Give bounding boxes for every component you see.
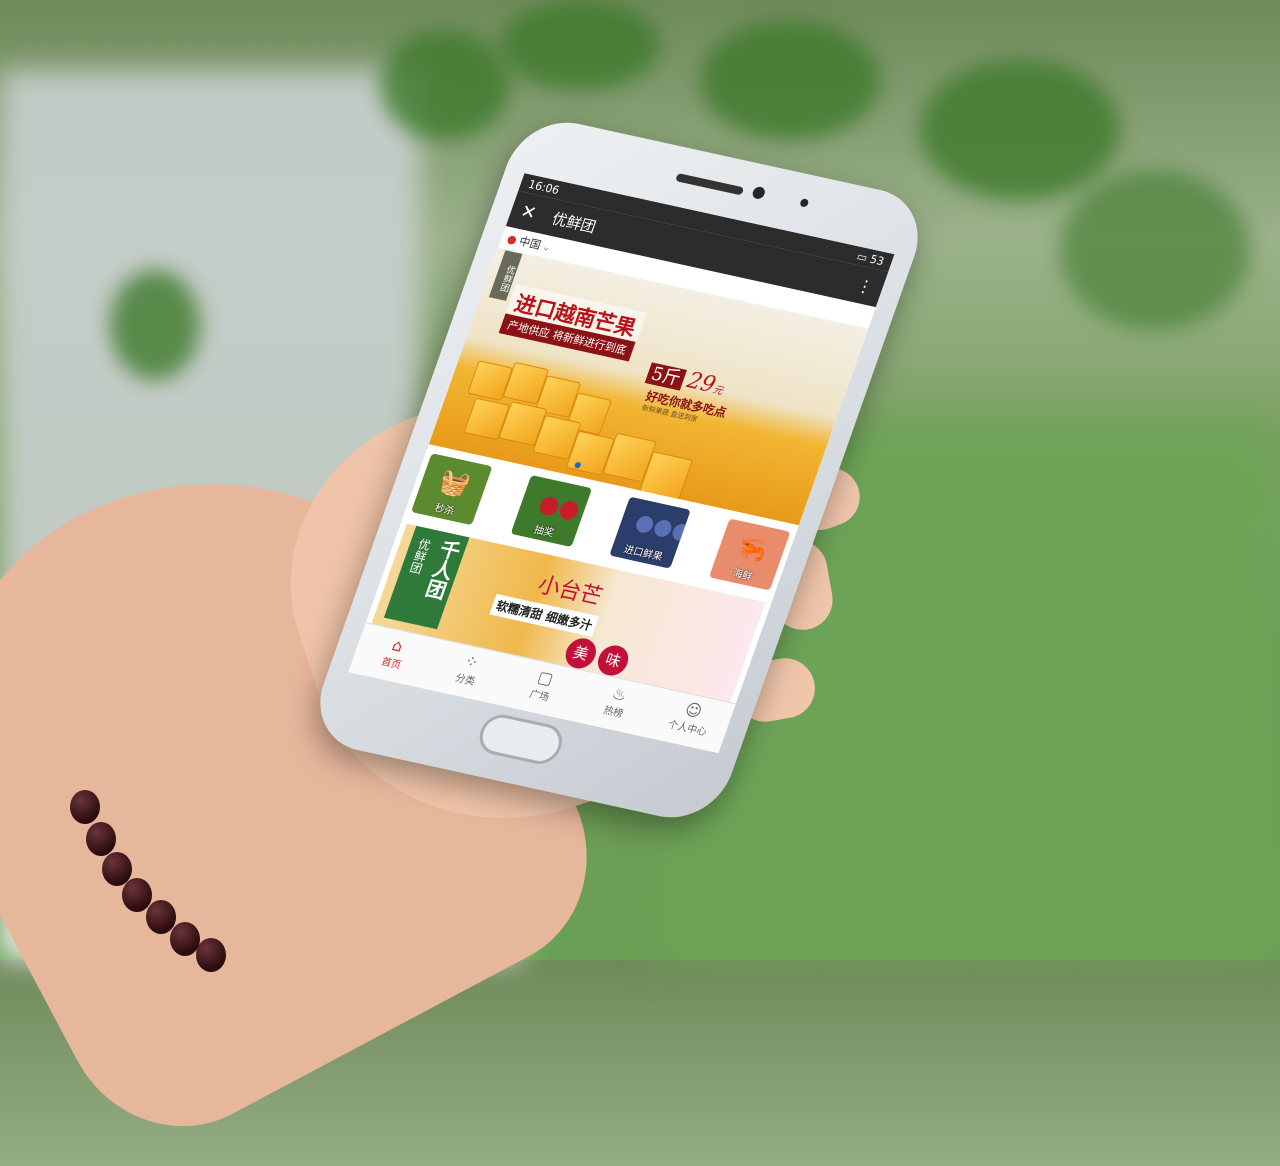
shrimp-icon: 🦐	[733, 532, 772, 566]
category-lottery[interactable]: ●● 抽奖	[510, 474, 592, 547]
tab-label: 热榜	[601, 705, 625, 721]
location-pin-icon: ●	[505, 231, 520, 247]
close-icon[interactable]: ✕	[518, 200, 540, 224]
background-leaf	[920, 60, 1120, 200]
background-leaf	[700, 20, 880, 140]
phone-sensor	[799, 198, 810, 208]
battery-level: 53	[868, 252, 887, 268]
bead	[70, 790, 100, 824]
category-flash-sale[interactable]: 🧺 秒杀	[410, 453, 493, 526]
background-leaf	[380, 30, 510, 140]
category-label: 进口鲜果	[622, 544, 664, 564]
phone-home-button[interactable]	[474, 711, 568, 768]
phone-speaker	[675, 173, 745, 196]
location-label: 中国	[517, 234, 543, 253]
banner-quantity: 5斤	[644, 362, 688, 391]
blueberry-icon: ●●●	[631, 509, 692, 546]
phone-camera	[750, 185, 767, 201]
tab-label: 首页	[379, 656, 403, 672]
tab-label: 分类	[453, 672, 477, 688]
category-label: 秒杀	[432, 502, 456, 518]
banner-price-unit: 元	[711, 384, 725, 398]
bead	[196, 938, 226, 972]
tab-label: 广场	[527, 688, 551, 704]
category-imported-fruit[interactable]: ●●● 进口鲜果	[609, 496, 692, 569]
category-label: 海鲜	[730, 568, 754, 583]
bead	[86, 822, 116, 856]
promo-badge: 优鲜团 千人团	[383, 525, 470, 630]
background-leaf	[500, 0, 660, 90]
category-seafood[interactable]: 🦐 海鲜	[708, 518, 791, 591]
chevron-down-icon: ⌄	[540, 239, 554, 254]
background-leaf	[1060, 170, 1250, 330]
basket-icon: 🧺	[435, 466, 474, 501]
battery-icon: ▭	[855, 249, 870, 265]
cherry-icon: ●●	[534, 488, 585, 525]
background-leaf	[110, 270, 200, 380]
tab-label: 个人中心	[666, 719, 708, 739]
